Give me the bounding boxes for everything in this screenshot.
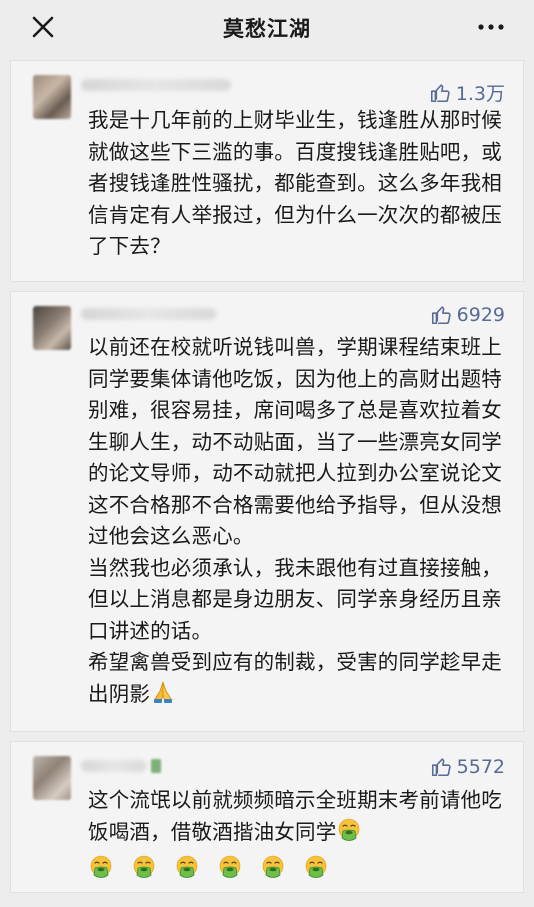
top-bar: 莫愁江湖 <box>0 0 534 54</box>
more-dots-icon[interactable] <box>476 14 506 40</box>
nauseated-face-emoji <box>217 854 243 890</box>
comment-text: 以前还在校就听说钱叫兽，学期课程结束班上同学要集体请他吃饭，因为他上的高财出题特… <box>88 332 508 714</box>
comment-card: 1.3万 我是十几年前的上财毕业生，钱逢胜从那时候就做这些下三滥的事。百度搜钱逢… <box>10 60 524 282</box>
thumbs-up-icon <box>430 83 450 102</box>
username-blurred[interactable] <box>81 79 231 91</box>
comment-paragraph-text: 这个流氓以前就频频暗示全班期末考前请他吃饭喝酒，借敬酒揩油女同学 <box>88 788 502 844</box>
nauseated-face-emoji <box>131 854 157 890</box>
like-count: 6929 <box>456 304 505 326</box>
like-button[interactable]: 1.3万 <box>429 79 505 106</box>
avatar[interactable] <box>33 306 71 350</box>
comment-paragraph: 希望禽兽受到应有的制裁，受害的同学趁早走出阴影 <box>88 647 508 714</box>
folded-hands-emoji <box>150 679 176 715</box>
like-button[interactable]: 6929 <box>430 304 505 326</box>
nauseated-face-emoji <box>336 817 362 853</box>
page-title: 莫愁江湖 <box>223 17 311 41</box>
comment-text: 这个流氓以前就频频暗示全班期末考前请他吃饭喝酒，借敬酒揩油女同学 <box>88 785 508 890</box>
thumbs-up-icon <box>431 758 451 777</box>
nauseated-face-emoji <box>88 854 114 890</box>
nauseated-face-emoji <box>174 854 200 890</box>
like-button[interactable]: 5572 <box>430 756 505 778</box>
thumbs-up-icon <box>431 306 451 325</box>
comment-paragraph: 这个流氓以前就频频暗示全班期末考前请他吃饭喝酒，借敬酒揩油女同学 <box>88 785 508 852</box>
emoji-row <box>88 854 508 890</box>
nauseated-face-emoji <box>303 854 329 890</box>
like-count: 1.3万 <box>455 83 505 105</box>
avatar[interactable] <box>33 75 71 119</box>
comment-card: 6929 以前还在校就听说钱叫兽，学期课程结束班上同学要集体请他吃饭，因为他上的… <box>10 291 524 732</box>
like-count: 5572 <box>456 756 505 778</box>
comment-card: 5572 这个流氓以前就频频暗示全班期末考前请他吃饭喝酒，借敬酒揩油女同学 <box>10 741 524 893</box>
username-emoji-blurred <box>151 759 161 773</box>
username-blurred[interactable] <box>81 308 216 320</box>
comment-paragraph: 当然我也必须承认，我未跟他有过直接接触，但以上消息都是身边朋友、同学亲身经历且亲… <box>88 555 502 643</box>
username-blurred[interactable] <box>81 760 146 772</box>
comment-paragraph: 以前还在校就听说钱叫兽，学期课程结束班上同学要集体请他吃饭，因为他上的高财出题特… <box>88 335 502 548</box>
comment-paragraph: 我是十几年前的上财毕业生，钱逢胜从那时候就做这些下三滥的事。百度搜钱逢胜贴吧，或… <box>88 108 502 258</box>
comment-text: 我是十几年前的上财毕业生，钱逢胜从那时候就做这些下三滥的事。百度搜钱逢胜贴吧，或… <box>88 105 508 263</box>
nauseated-face-emoji <box>260 854 286 890</box>
avatar[interactable] <box>33 756 71 800</box>
